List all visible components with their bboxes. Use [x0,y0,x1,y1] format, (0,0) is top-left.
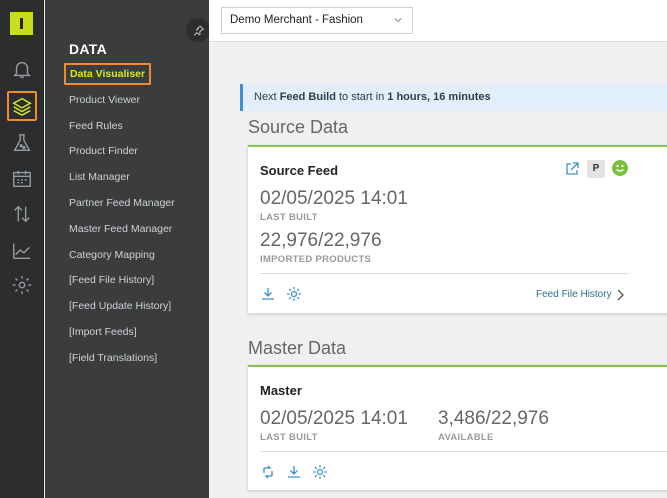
master-last-built-label: LAST BUILT [260,432,318,443]
nav-item-data-visualiser[interactable]: Data Visualiser [64,63,152,85]
download-icon[interactable] [260,286,276,302]
data-nav-panel: DATA Data Visualiser Product Viewer Feed… [45,0,209,498]
source-last-built-value: 02/05/2025 14:01 [260,188,408,209]
nav-item-category-mapping[interactable]: Category Mapping [69,249,155,261]
source-feed-title: Source Feed [260,163,339,178]
nav-item-feed-file-history[interactable]: [Feed File History] [69,274,154,286]
chevron-right-icon[interactable] [616,289,624,301]
master-available-label: AVAILABLE [438,432,494,443]
nav-item-feed-rules[interactable]: Feed Rules [69,120,123,132]
refresh-icon[interactable] [260,464,276,480]
main-content: Demo Merchant - Fashion Next Feed Build … [209,0,667,498]
nav-item-master-feed-manager[interactable]: Master Feed Manager [69,223,172,235]
card-divider [260,451,667,452]
brand-logo[interactable] [10,12,33,35]
source-data-title: Source Data [248,117,349,137]
nav-item-list-manager[interactable]: List Manager [69,171,130,183]
card-divider [260,273,629,274]
nav-item-import-feeds[interactable]: [Import Feeds] [69,326,137,338]
nav-item-product-viewer[interactable]: Product Viewer [69,94,140,106]
nav-item-field-translations[interactable]: [Field Translations] [69,352,157,364]
external-link-icon[interactable] [564,161,580,177]
layers-icon[interactable] [7,91,37,121]
source-feed-card: Source Feed P 02/05/2025 14:01 LAST BUIL… [248,145,667,313]
top-bar: Demo Merchant - Fashion [209,0,667,42]
nav-item-partner-feed-manager[interactable]: Partner Feed Manager [69,197,175,209]
sort-arrows-icon[interactable] [7,199,37,229]
p-badge: P [587,160,605,178]
master-card: Master 02/05/2025 14:01 LAST BUILT 3,486… [248,365,667,490]
feed-build-banner: Next Feed Build to start in 1 hours, 16 … [240,84,667,111]
calendar-icon[interactable] [7,164,37,194]
master-card-title: Master [260,383,302,398]
nav-item-product-finder[interactable]: Product Finder [69,145,138,157]
icon-rail [0,0,44,498]
master-data-title: Master Data [248,338,347,358]
merchant-select-value: Demo Merchant - Fashion [230,14,363,26]
master-available-value: 3,486/22,976 [438,408,549,429]
merchant-select[interactable]: Demo Merchant - Fashion [221,7,413,34]
pin-icon [193,24,204,36]
source-last-built-label: LAST BUILT [260,212,318,223]
nav-title: DATA [69,41,108,57]
nav-item-feed-update-history[interactable]: [Feed Update History] [69,300,171,312]
bell-icon[interactable] [7,54,37,84]
source-imported-value: 22,976/22,976 [260,230,382,251]
chevron-down-icon [394,18,402,23]
settings-gear-icon[interactable] [286,286,302,302]
flask-icon[interactable] [7,128,37,158]
gear-icon[interactable] [7,270,37,300]
settings-gear-icon[interactable] [312,464,328,480]
feed-file-history-link[interactable]: Feed File History [536,289,612,300]
source-imported-label: IMPORTED PRODUCTS [260,254,372,265]
master-last-built-value: 02/05/2025 14:01 [260,408,408,429]
smiley-status-icon [612,160,628,176]
pin-panel-button[interactable] [186,18,210,42]
download-icon[interactable] [286,464,302,480]
chart-icon[interactable] [7,236,37,266]
